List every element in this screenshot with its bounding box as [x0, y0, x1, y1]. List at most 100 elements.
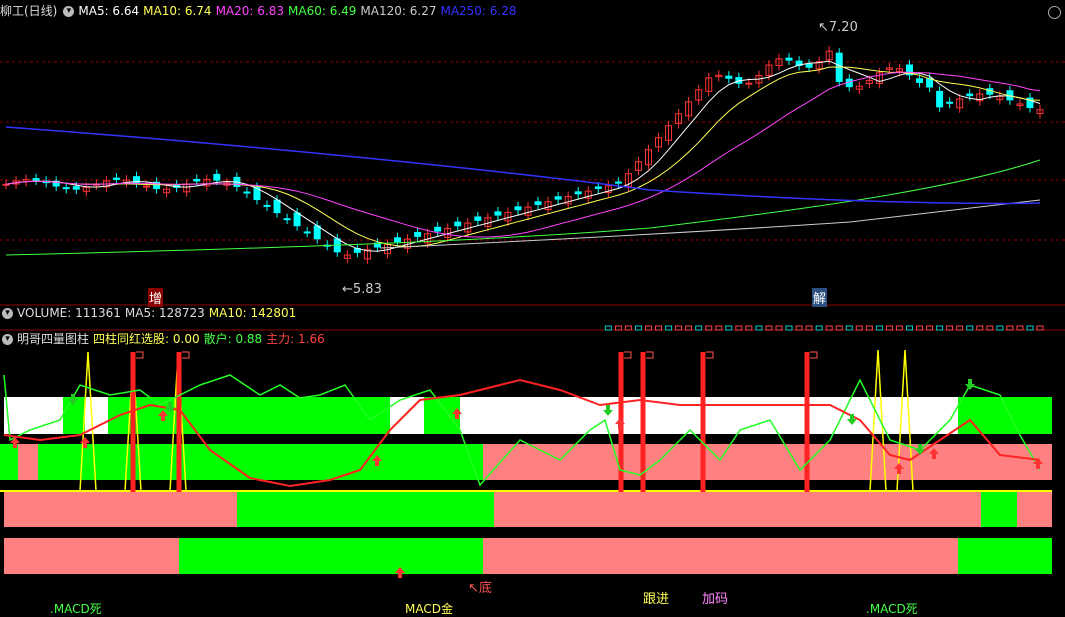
ma250-line — [5, 126, 1041, 205]
chevron-down-icon[interactable]: ▾ — [63, 6, 75, 17]
candle-body — [594, 186, 602, 189]
red-pillar — [176, 352, 182, 492]
indicator-signal: 四柱同红选股: 0.00 — [93, 332, 200, 346]
band-row-3 — [1017, 491, 1052, 527]
volume-value: VOLUME: 111361 — [17, 306, 121, 320]
ma-legend-item: MA5: 6.64 — [78, 4, 140, 18]
volume-bar — [885, 325, 893, 331]
candle-body — [243, 191, 251, 194]
band-row-3 — [4, 491, 237, 527]
volume-bar — [905, 325, 913, 331]
band-row-1 — [958, 397, 1052, 434]
candle-body — [32, 178, 40, 181]
candle-body — [785, 57, 793, 61]
band-row-2 — [483, 444, 1052, 480]
volume-bar — [855, 325, 863, 331]
indicator-title: 明哥四量图柱 — [17, 332, 90, 346]
volume-bar — [795, 325, 803, 331]
low-price-mark: ←5.83 — [342, 282, 382, 297]
down-arrow-icon — [965, 379, 975, 390]
volume-bar — [624, 325, 632, 331]
chevron-down-icon[interactable]: ▾ — [2, 308, 13, 319]
volume-bar — [875, 325, 883, 331]
label-genjin: 跟进 — [643, 592, 670, 607]
candle-body — [966, 93, 974, 97]
band-row-3 — [237, 491, 494, 527]
volume-header: ▾ VOLUME: 111361 MA5: 128723 MA10: 142801 — [0, 304, 300, 322]
ma-legend-item: MA120: 6.27 — [360, 4, 437, 18]
volume-bar — [604, 325, 612, 331]
volume-bar — [685, 325, 693, 331]
candle-body — [193, 178, 201, 182]
volume-bar — [805, 325, 813, 331]
volume-bar — [946, 325, 954, 331]
flag-icon — [646, 351, 654, 359]
volume-bar — [695, 325, 703, 331]
indicator-zhuli: 主力: 1.66 — [266, 332, 325, 346]
candle-body — [745, 82, 753, 85]
volume-bar — [815, 325, 823, 331]
candle-body — [725, 75, 733, 79]
volume-bar — [996, 325, 1004, 331]
volume-bar — [644, 325, 652, 331]
candle-body — [143, 185, 151, 188]
volume-bar — [936, 325, 944, 331]
chevron-down-icon[interactable]: ▾ — [2, 334, 13, 345]
flag-icon — [182, 351, 190, 359]
volume-bar — [755, 325, 763, 331]
band-row-3 — [494, 491, 981, 527]
label-macd-dead-2: .MACD死 — [866, 602, 918, 616]
candle-body — [283, 218, 291, 221]
ma-legend-item: MA250: 6.28 — [440, 4, 517, 18]
candle-body — [112, 177, 120, 180]
volume-bar — [765, 325, 773, 331]
flag-icon — [624, 351, 632, 359]
candle-body — [213, 173, 221, 181]
main-chart-header: 柳工(日线) ▾ MA5: 6.64 MA10: 6.74 MA20: 6.83 MA60… — [0, 2, 525, 20]
volume-bar — [966, 325, 974, 331]
candle-body — [293, 212, 301, 227]
band-row-4 — [179, 538, 483, 574]
indicator-header: ▾ 明哥四量图柱 四柱同红选股: 0.00 散户: 0.88 主力: 1.66 — [0, 330, 329, 348]
high-price-mark: ↖7.20 — [818, 20, 858, 35]
label-jiama: 加码 — [702, 592, 729, 607]
volume-ma5: MA5: 128723 — [124, 306, 205, 320]
volume-bar — [675, 325, 683, 331]
ma20-line — [5, 71, 1041, 238]
volume-bar — [916, 325, 924, 331]
candle-body — [72, 186, 80, 190]
volume-bar — [926, 325, 934, 331]
volume-bar — [956, 325, 964, 331]
ma-legend-item: MA10: 6.74 — [143, 4, 212, 18]
volume-bar — [1006, 325, 1014, 331]
flag-icon — [136, 351, 144, 359]
ma-legend: MA5: 6.64 MA10: 6.74 MA20: 6.83 MA60: 6.49 M… — [78, 4, 520, 18]
candle-body — [494, 211, 502, 216]
volume-bar — [614, 325, 622, 331]
band-row-1 — [424, 397, 460, 434]
volume-bar — [715, 325, 723, 331]
candle-body — [303, 231, 311, 234]
panel-close-icon[interactable] — [1048, 6, 1061, 19]
band-row-1 — [108, 397, 390, 434]
flag-icon — [706, 351, 714, 359]
signal-jie: 解 — [812, 288, 828, 307]
red-pillar — [700, 352, 706, 492]
volume-bar — [825, 325, 833, 331]
label-macd-gold: MACD金 — [405, 602, 453, 616]
ma10-line — [5, 66, 1041, 248]
ma-legend-item: MA20: 6.83 — [215, 4, 284, 18]
ma5-line — [5, 60, 1041, 252]
volume-bar — [835, 325, 843, 331]
candle-body — [574, 191, 582, 195]
candle-body — [554, 196, 562, 200]
band-row-4 — [958, 538, 1052, 574]
candle-body — [805, 63, 813, 68]
band-row-4 — [4, 538, 179, 574]
red-pillar — [804, 352, 810, 492]
band-row-2 — [0, 444, 18, 480]
label-di: ↖底 — [468, 581, 492, 596]
candle-body — [474, 216, 482, 221]
volume-bar — [665, 325, 673, 331]
candle-body — [414, 232, 422, 237]
